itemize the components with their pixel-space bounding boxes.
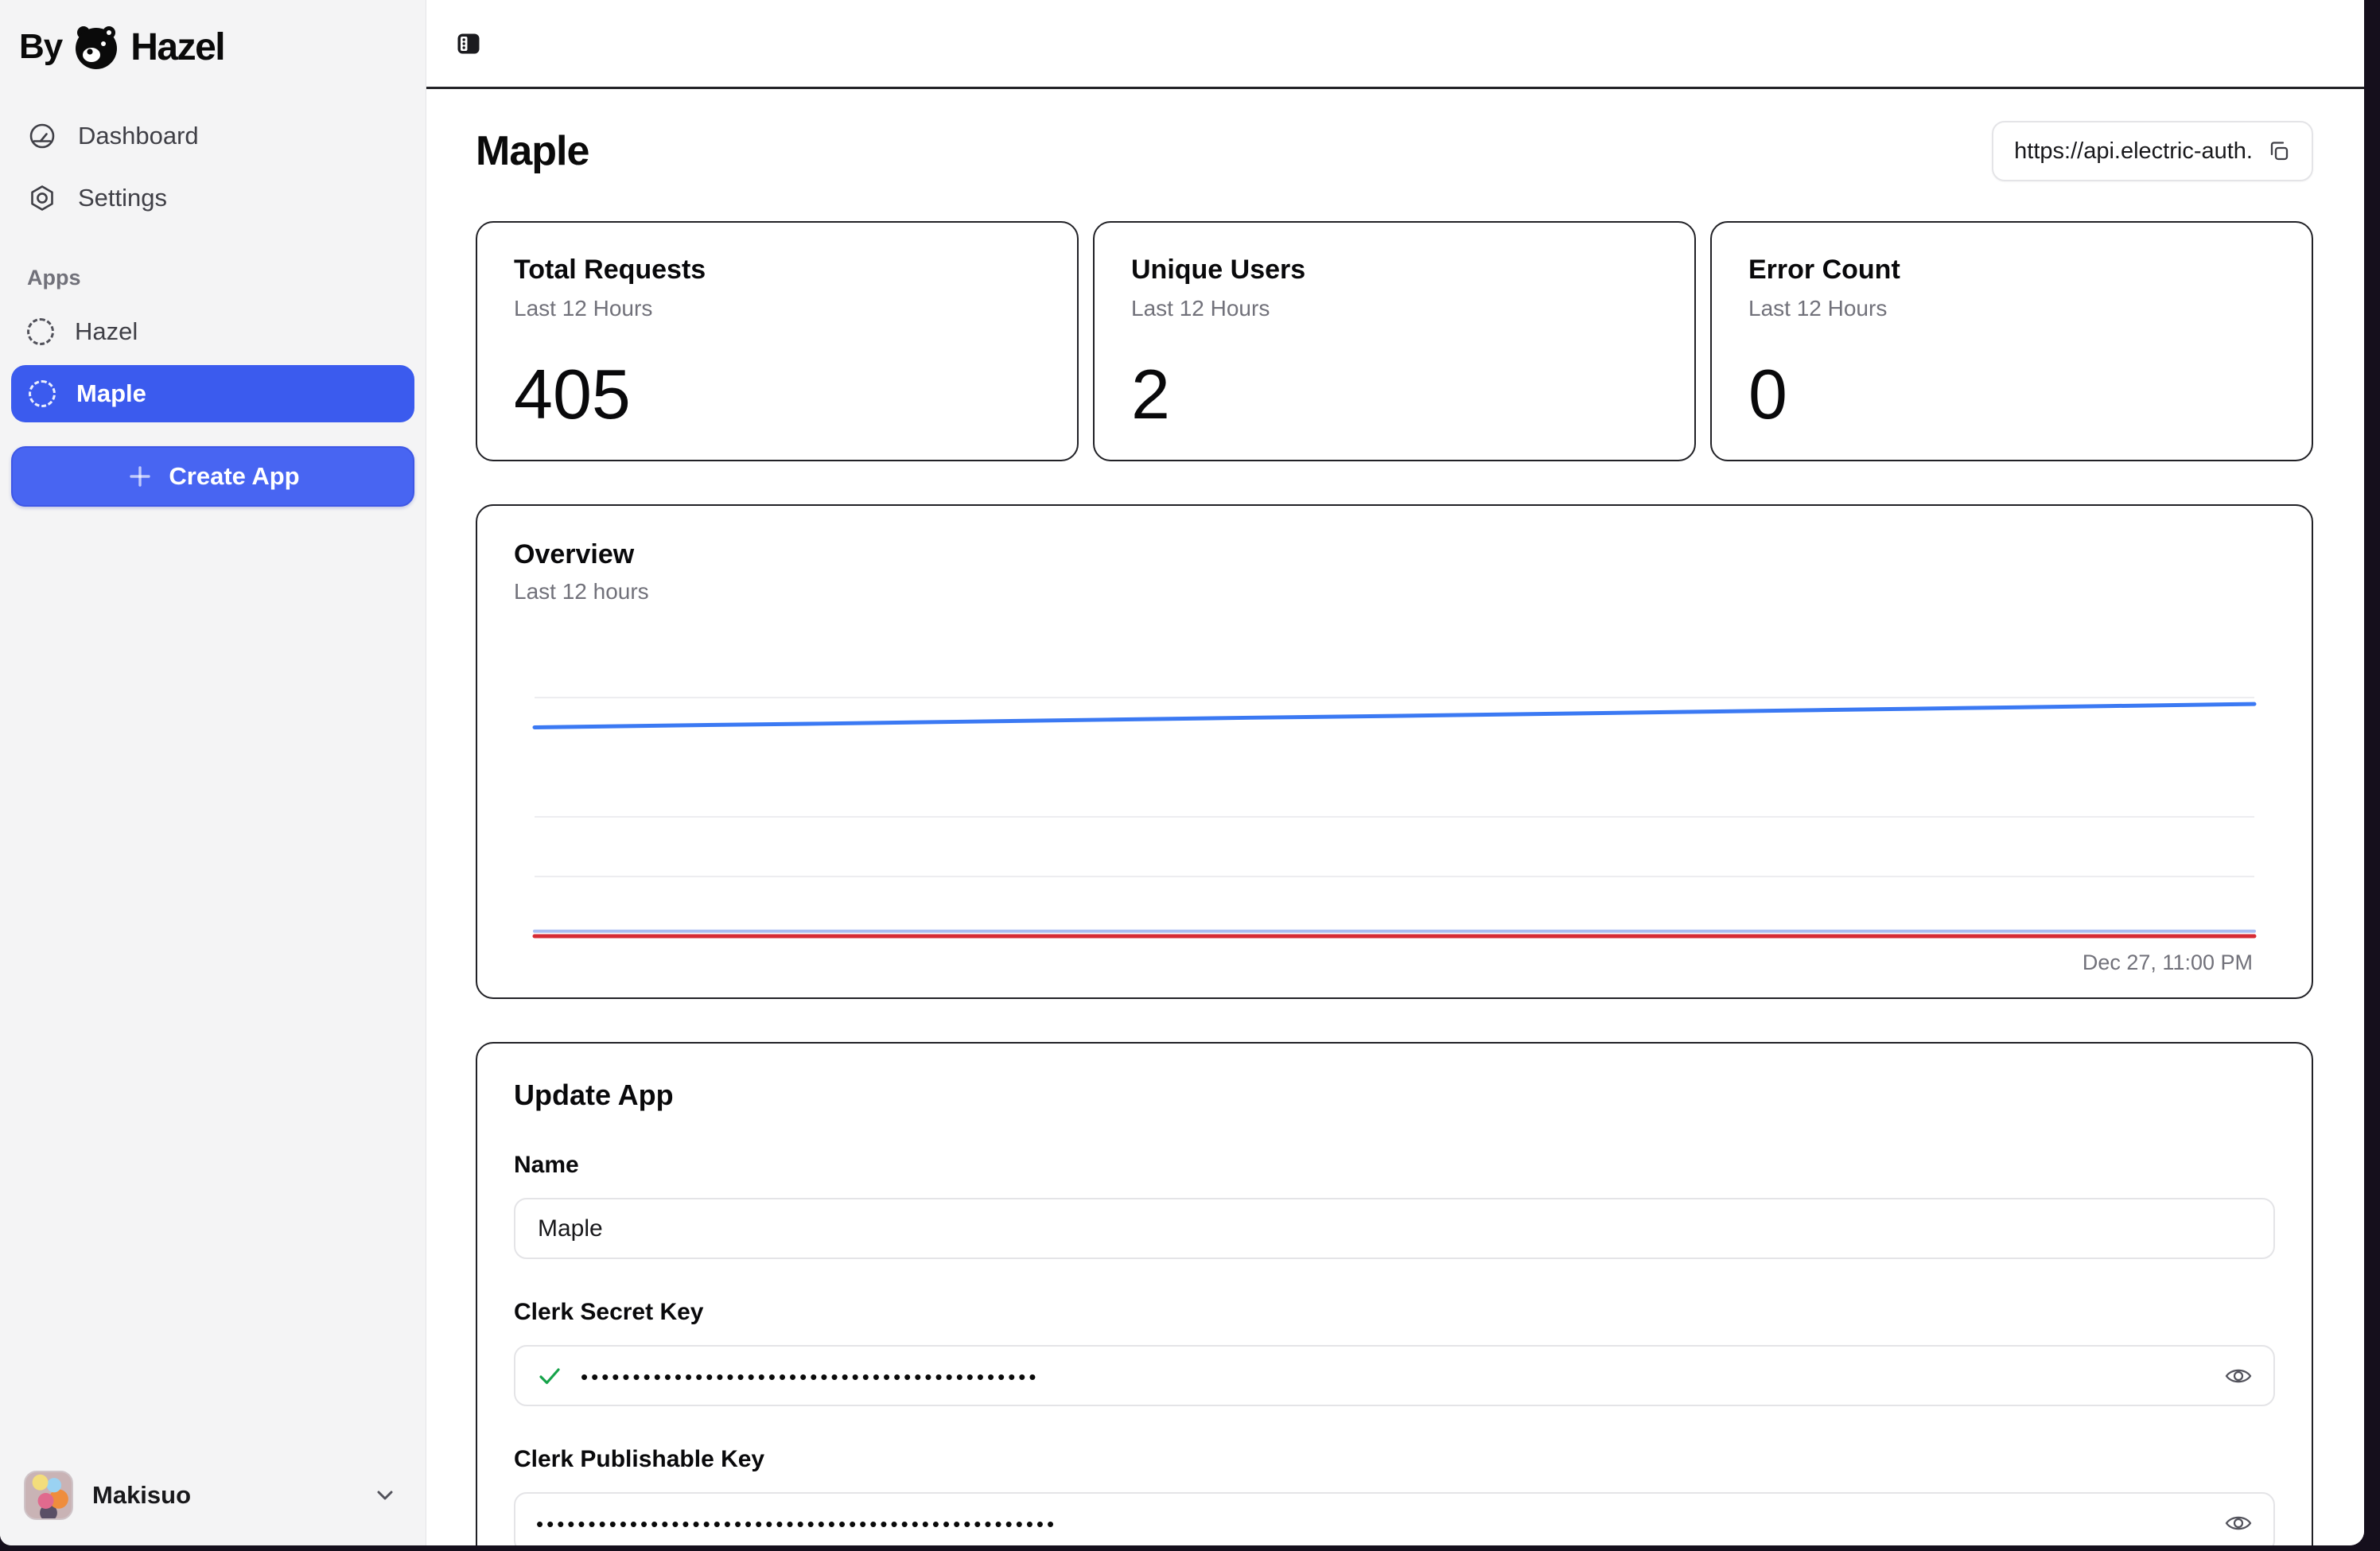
secret-key-label: Clerk Secret Key — [514, 1299, 704, 1325]
user-name: Makisuo — [92, 1481, 192, 1509]
stat-title: Unique Users — [1131, 255, 1306, 285]
sidebar-app-hazel[interactable]: Hazel — [0, 303, 426, 360]
topbar — [426, 0, 2364, 89]
toggle-secret-visibility-button[interactable] — [2224, 1362, 2253, 1390]
stat-value: 2 — [1131, 355, 1170, 434]
api-url-text: https://api.electric-auth. — [2014, 138, 2253, 164]
chevron-down-icon — [371, 1482, 399, 1509]
stat-card-error-count: Error Count Last 12 Hours 0 — [1710, 221, 2313, 461]
name-field-group: Name — [514, 1152, 2275, 1259]
sidebar-item-settings[interactable]: Settings — [0, 167, 426, 229]
brand-name: Hazel — [130, 25, 225, 68]
chart-canvas — [532, 697, 2257, 939]
stat-value: 0 — [1748, 355, 1787, 434]
main-area: Maple https://api.electric-auth. Total R… — [426, 0, 2364, 1545]
app-placeholder-icon — [29, 380, 56, 407]
update-app-card: Update App Name Clerk Secret Key •••••••… — [476, 1042, 2313, 1545]
stat-value: 405 — [514, 355, 631, 434]
plus-icon — [126, 462, 154, 491]
name-input[interactable] — [514, 1198, 2275, 1259]
toggle-publishable-visibility-button[interactable] — [2224, 1509, 2253, 1537]
publishable-key-input[interactable]: ••••••••••••••••••••••••••••••••••••••••… — [514, 1492, 2275, 1545]
stat-card-total-requests: Total Requests Last 12 Hours 405 — [476, 221, 1079, 461]
page-title: Maple — [476, 128, 589, 174]
sidebar-app-maple[interactable]: Maple — [11, 365, 414, 422]
app-placeholder-icon — [27, 318, 54, 345]
api-url-field[interactable]: https://api.electric-auth. — [1992, 121, 2313, 181]
sidebar: By Hazel Dashboard Settings Apps Hazel M… — [0, 0, 426, 1545]
sidebar-app-label: Hazel — [75, 317, 138, 345]
overview-line-chart: Dec 27, 11:00 PM — [532, 638, 2257, 975]
publishable-key-field-group: Clerk Publishable Key ••••••••••••••••••… — [514, 1446, 2275, 1545]
nut-icon — [27, 183, 57, 213]
app-window: By Hazel Dashboard Settings Apps Hazel M… — [0, 0, 2364, 1545]
brand-prefix: By — [19, 27, 63, 66]
masked-publishable-value: ••••••••••••••••••••••••••••••••••••••••… — [536, 1512, 1058, 1536]
sidebar-item-label: Dashboard — [78, 122, 199, 150]
stat-title: Error Count — [1748, 255, 1900, 285]
sidebar-item-dashboard[interactable]: Dashboard — [0, 105, 426, 167]
page-content: Maple https://api.electric-auth. Total R… — [426, 89, 2364, 1545]
hazel-bear-logo-icon — [73, 24, 119, 70]
create-app-button[interactable]: Create App — [11, 446, 414, 507]
masked-secret-value: ••••••••••••••••••••••••••••••••••••••••… — [581, 1365, 1040, 1389]
stat-title: Total Requests — [514, 255, 706, 285]
stat-subtitle: Last 12 Hours — [1748, 296, 1888, 321]
create-app-label: Create App — [169, 462, 300, 490]
check-icon — [536, 1362, 563, 1390]
sidebar-item-label: Settings — [78, 184, 168, 212]
stat-subtitle: Last 12 Hours — [514, 296, 653, 321]
copy-icon[interactable] — [2267, 139, 2291, 163]
user-menu[interactable]: Makisuo — [0, 1452, 426, 1545]
overview-subtitle: Last 12 hours — [514, 579, 649, 604]
overview-card: Overview Last 12 hours Dec 27, 11:00 PM — [476, 504, 2313, 999]
stats-row: Total Requests Last 12 Hours 405 Unique … — [476, 221, 2313, 461]
chart-x-tick-label: Dec 27, 11:00 PM — [2082, 950, 2253, 974]
name-label: Name — [514, 1152, 579, 1178]
secret-key-input[interactable]: ••••••••••••••••••••••••••••••••••••••••… — [514, 1345, 2275, 1406]
secret-key-field-group: Clerk Secret Key •••••••••••••••••••••••… — [514, 1299, 2275, 1406]
gauge-icon — [27, 121, 57, 151]
sidebar-app-label: Maple — [76, 379, 146, 407]
overview-title: Overview — [514, 539, 635, 569]
apps-section-label: Apps — [27, 266, 81, 290]
sidebar-toggle-button[interactable] — [457, 32, 480, 56]
stat-subtitle: Last 12 Hours — [1131, 296, 1270, 321]
user-avatar — [24, 1471, 73, 1520]
publishable-key-label: Clerk Publishable Key — [514, 1446, 765, 1472]
update-app-title: Update App — [514, 1079, 674, 1111]
stat-card-unique-users: Unique Users Last 12 Hours 2 — [1093, 221, 1696, 461]
brand: By Hazel — [0, 19, 426, 105]
